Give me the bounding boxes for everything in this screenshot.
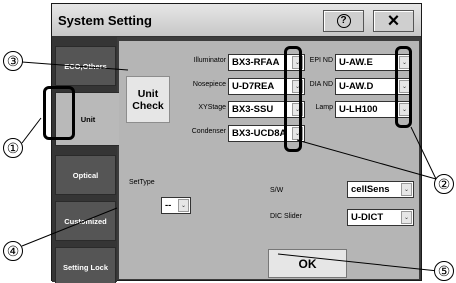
dia-nd-label: DIA ND: [309, 81, 333, 88]
lamp-label: Lamp: [315, 104, 333, 111]
unit-panel: Unit Check Illuminator BX3-RFAA ⌄ Nosepi…: [119, 41, 419, 279]
callout-1: ①: [3, 138, 23, 158]
illuminator-label: Illuminator: [193, 57, 226, 64]
sw-label: S/W: [270, 187, 284, 194]
illuminator-value: BX3-RFAA: [232, 57, 280, 68]
close-button[interactable]: ×: [373, 10, 414, 32]
xystage-value: BX3-SSU: [232, 104, 274, 115]
dic-slider-value: U-DICT: [351, 212, 384, 223]
sidebar: ECO,Others Unit Optical Customized Setti…: [52, 37, 120, 283]
callout-3: ③: [3, 51, 23, 71]
right-dropdown-highlight: [395, 46, 412, 128]
nosepiece-label: Nosepiece: [192, 81, 226, 88]
close-icon: ×: [387, 10, 400, 32]
sw-value: cellSens: [351, 184, 390, 195]
callout-4: ④: [3, 241, 23, 261]
lamp-value: U-LH100: [339, 104, 378, 115]
dic-slider-label: DIC Slider: [270, 213, 302, 220]
condenser-label: Condenser: [191, 128, 226, 135]
epi-nd-value: U-AW.E: [339, 57, 373, 68]
settype-value: --: [165, 200, 172, 211]
settype-select[interactable]: -- ⌄: [161, 197, 191, 214]
callout-2: ②: [434, 174, 454, 194]
title-bar: System Setting ? ×: [52, 4, 421, 37]
sidebar-item-setting-lock[interactable]: Setting Lock: [55, 247, 116, 283]
help-icon: ?: [336, 14, 351, 28]
left-dropdown-highlight: [284, 46, 302, 152]
callout-5: ⑤: [434, 261, 454, 281]
settype-label: SetType: [129, 179, 155, 186]
epi-nd-label: EPI ND: [309, 57, 333, 64]
sw-select[interactable]: cellSens ⌄: [347, 181, 414, 198]
chevron-down-icon: ⌄: [178, 199, 189, 212]
xystage-label: XYStage: [198, 104, 226, 111]
dic-slider-select[interactable]: U-DICT ⌄: [347, 209, 414, 226]
chevron-down-icon: ⌄: [401, 211, 412, 224]
system-setting-window: System Setting ? × ECO,Others Unit Optic…: [51, 3, 422, 283]
condenser-value: BX3-UCD8A: [232, 128, 287, 139]
unit-tab-highlight: [43, 86, 75, 140]
unit-check-button[interactable]: Unit Check: [126, 76, 170, 123]
chevron-down-icon: ⌄: [401, 183, 412, 196]
ok-button[interactable]: OK: [268, 249, 347, 278]
sidebar-item-customized[interactable]: Customized: [55, 201, 116, 241]
nosepiece-value: U-D7REA: [232, 81, 275, 92]
help-button[interactable]: ?: [323, 10, 364, 32]
sidebar-item-optical[interactable]: Optical: [55, 155, 116, 195]
sidebar-item-eco-others[interactable]: ECO,Others: [55, 46, 116, 86]
dia-nd-value: U-AW.D: [339, 81, 374, 92]
window-title: System Setting: [58, 13, 152, 28]
